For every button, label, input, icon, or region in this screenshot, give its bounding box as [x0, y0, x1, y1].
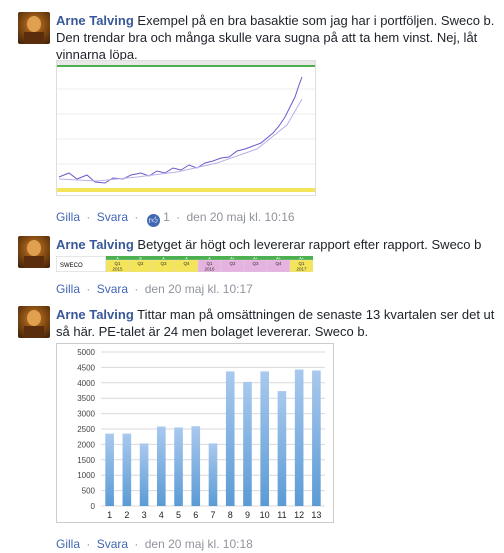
comment-2: Arne Talving Betyget är högt och leverer…	[18, 236, 498, 306]
year-label: 2015	[112, 267, 123, 272]
year-label: 2017	[296, 267, 307, 272]
bar	[174, 427, 183, 506]
y-tick-label: 1000	[77, 471, 95, 480]
x-tick-label: 12	[294, 510, 304, 520]
reply-link[interactable]: Svara	[97, 282, 128, 296]
quarter-label: Q1	[298, 261, 305, 266]
x-tick-label: 10	[260, 510, 270, 520]
x-tick-label: 5	[176, 510, 181, 520]
comment-1: Arne Talving Exempel på en bra basaktie …	[18, 12, 498, 232]
year-label: 2016	[204, 267, 215, 272]
avatar[interactable]	[18, 306, 50, 338]
reply-link[interactable]: Svara	[97, 537, 128, 551]
y-tick-label: 3500	[77, 394, 95, 403]
timestamp[interactable]: den 20 maj kl. 10:18	[145, 537, 253, 551]
timestamp[interactable]: den 20 maj kl. 10:17	[145, 282, 253, 296]
reaction-count[interactable]: 1	[163, 210, 170, 224]
bar	[312, 370, 321, 506]
y-tick-label: 1500	[77, 456, 95, 465]
comment-actions: Gilla · Svara · 👍︎ 1 · den 20 maj kl. 10…	[56, 210, 295, 227]
quarter-label: Q2	[137, 261, 144, 266]
quarter-label: Q1	[206, 261, 213, 266]
x-tick-label: 2	[124, 510, 129, 520]
quarter-label: Q2	[229, 261, 236, 266]
row-label: SWECO	[60, 263, 83, 269]
x-tick-label: 3	[142, 510, 147, 520]
y-tick-label: 4000	[77, 379, 95, 388]
bar	[208, 443, 218, 506]
comment-body: Arne Talving Tittar man på omsättningen …	[56, 306, 498, 340]
quarter-label: Q1	[114, 261, 121, 266]
avatar[interactable]	[18, 12, 50, 44]
comment-body: Arne Talving Exempel på en bra basaktie …	[56, 12, 498, 63]
comment-actions: Gilla · Svara · den 20 maj kl. 10:17	[56, 282, 253, 296]
x-tick-label: 6	[193, 510, 198, 520]
bar	[225, 371, 235, 506]
x-tick-label: 9	[245, 510, 250, 520]
quarter-label: Q3	[252, 261, 259, 266]
timestamp[interactable]: den 20 maj kl. 10:16	[186, 210, 294, 224]
y-tick-label: 2500	[77, 425, 95, 434]
y-tick-label: 5000	[77, 348, 95, 357]
bar	[157, 426, 166, 506]
y-tick-label: 3000	[77, 410, 95, 419]
like-link[interactable]: Gilla	[56, 282, 80, 296]
y-tick-label: 500	[82, 487, 96, 496]
x-tick-label: 1	[107, 510, 112, 520]
bar	[105, 433, 114, 506]
revenue-chart-image[interactable]: 0 500 1000 1500 2000 2500 3000 3500 4000 4500 5000…	[56, 343, 334, 523]
bar	[139, 443, 149, 506]
x-tick-label: 4	[159, 510, 164, 520]
x-tick-label: 7	[210, 510, 215, 520]
comment-3: Arne Talving Tittar man på omsättningen …	[18, 306, 498, 553]
bar	[277, 391, 287, 506]
quarter-label: Q4	[275, 261, 282, 266]
x-tick-label: 13	[311, 510, 321, 520]
stock-chart-image[interactable]	[56, 60, 316, 196]
y-tick-label: 2000	[77, 440, 95, 449]
y-tick-label: 4500	[77, 363, 95, 372]
x-tick-label: 11	[277, 510, 286, 520]
quarter-label: Q3	[160, 261, 167, 266]
comment-body: Arne Talving Betyget är högt och leverer…	[56, 236, 498, 253]
like-link[interactable]: Gilla	[56, 210, 80, 224]
author-name[interactable]: Arne Talving	[56, 237, 134, 252]
bar	[294, 369, 304, 506]
like-link[interactable]: Gilla	[56, 537, 80, 551]
bar	[122, 433, 132, 506]
thumbs-up-icon[interactable]: 👍︎	[146, 214, 160, 227]
comment-text: Betyget är högt och levererar rapport ef…	[137, 237, 482, 252]
bar	[243, 381, 252, 506]
author-name[interactable]: Arne Talving	[56, 307, 134, 322]
reply-link[interactable]: Svara	[97, 210, 128, 224]
quarter-label: Q4	[183, 261, 190, 266]
bar	[260, 371, 269, 506]
rating-table-image[interactable]: SWECO A Q1 B Q2 A Q3 A Q4 A Q1 A+ Q2 A+ Q3 A+ Q4 A+ Q1 2015…	[55, 255, 314, 273]
comment-actions: Gilla · Svara · den 20 maj kl. 10:18	[56, 537, 253, 551]
author-name[interactable]: Arne Talving	[56, 13, 134, 28]
bar	[191, 426, 201, 506]
y-tick-label: 0	[91, 502, 96, 511]
avatar[interactable]	[18, 236, 50, 268]
x-tick-label: 8	[228, 510, 233, 520]
